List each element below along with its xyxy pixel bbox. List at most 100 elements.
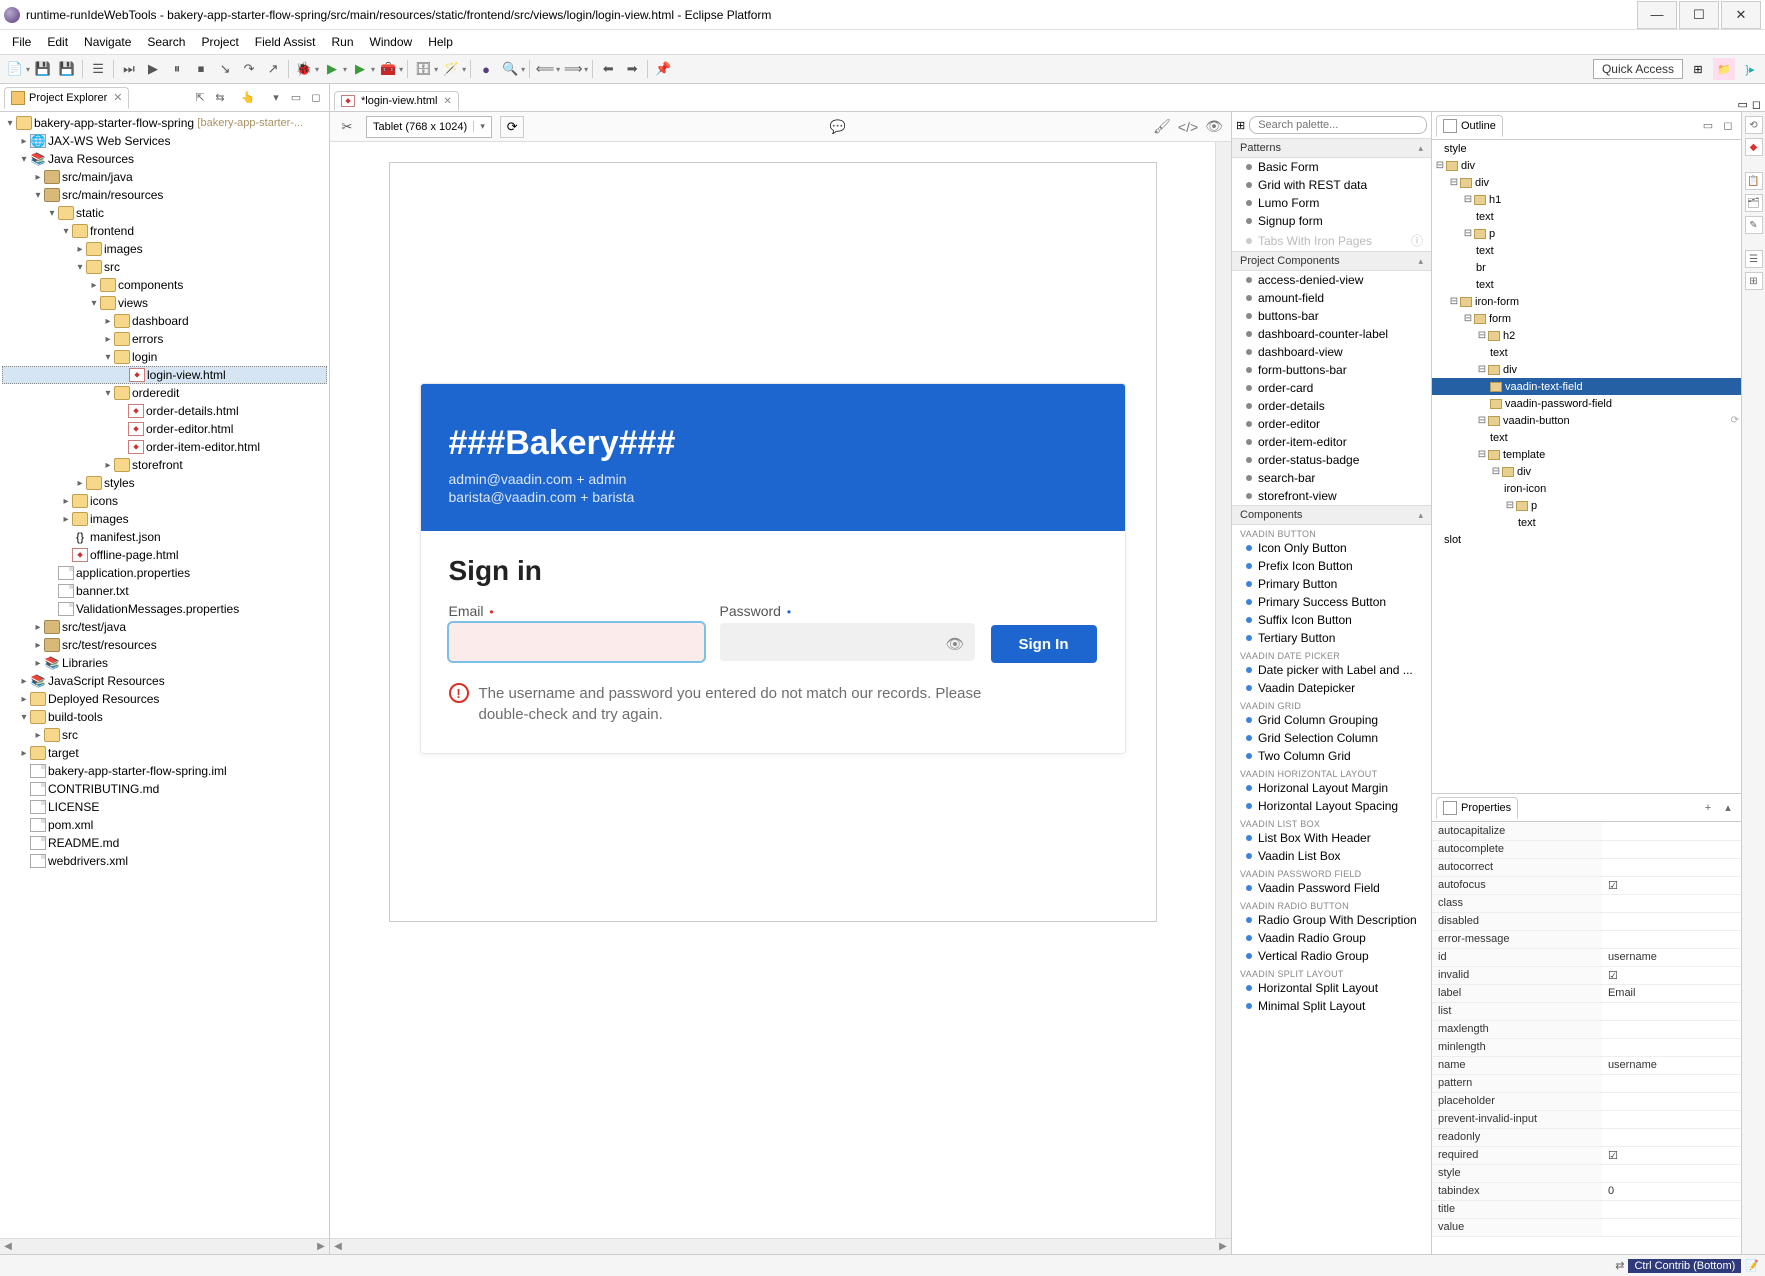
component-item[interactable]: order-item-editor: [1232, 433, 1431, 451]
component-item[interactable]: Horizontal Split Layout: [1232, 979, 1431, 997]
coverage-button[interactable]: ▶: [349, 58, 371, 80]
back-button[interactable]: ⬅: [597, 58, 619, 80]
run-button[interactable]: ▶: [321, 58, 343, 80]
project-components-header[interactable]: Project Components▴: [1232, 251, 1431, 271]
toggle-breadcrumb-button[interactable]: ☰: [87, 58, 109, 80]
component-item[interactable]: order-editor: [1232, 415, 1431, 433]
resource-perspective-button[interactable]: 📁: [1713, 58, 1735, 80]
terminate-button[interactable]: ⏹: [190, 58, 212, 80]
quick-access[interactable]: Quick Access: [1593, 59, 1683, 79]
clip-button[interactable]: ✂: [336, 116, 358, 138]
comment-icon[interactable]: 💬: [827, 116, 849, 138]
newserver-button[interactable]: 🗄: [412, 58, 434, 80]
maximize-outline-button[interactable]: ◻: [1719, 117, 1737, 135]
menu-fieldassist[interactable]: Field Assist: [247, 32, 324, 52]
menu-project[interactable]: Project: [193, 32, 246, 52]
wand-button[interactable]: 🪄: [440, 58, 462, 80]
component-item[interactable]: buttons-bar: [1232, 307, 1431, 325]
menu-run[interactable]: Run: [323, 32, 361, 52]
component-item[interactable]: List Box With Header: [1232, 829, 1431, 847]
save-button[interactable]: 💾: [32, 58, 54, 80]
menu-help[interactable]: Help: [420, 32, 461, 52]
component-item[interactable]: Primary Button: [1232, 575, 1431, 593]
view-shortcut-3[interactable]: 🗂: [1745, 194, 1763, 212]
prev-annotation-button[interactable]: ⟸: [534, 58, 556, 80]
palette-search[interactable]: [1249, 116, 1427, 134]
focus-button[interactable]: 👆: [239, 89, 257, 107]
component-item[interactable]: dashboard-counter-label: [1232, 325, 1431, 343]
component-item[interactable]: Vaadin Radio Group: [1232, 929, 1431, 947]
component-item[interactable]: Grid Selection Column: [1232, 729, 1431, 747]
pattern-item[interactable]: Lumo Form: [1232, 194, 1431, 212]
component-item[interactable]: Horizontal Layout Spacing: [1232, 797, 1431, 815]
signin-button[interactable]: Sign In: [991, 625, 1097, 663]
saveall-button[interactable]: 💾: [56, 58, 78, 80]
preview-button[interactable]: 👁: [1203, 116, 1225, 138]
collapse-all-button[interactable]: ⇱: [191, 89, 209, 107]
component-item[interactable]: Suffix Icon Button: [1232, 611, 1431, 629]
menu-edit[interactable]: Edit: [39, 32, 76, 52]
menu-window[interactable]: Window: [362, 32, 421, 52]
pin-button[interactable]: 📌: [652, 58, 674, 80]
email-field[interactable]: [449, 623, 704, 661]
design-canvas[interactable]: ###Bakery### admin@vaadin.com + admin ba…: [330, 142, 1215, 1238]
component-item[interactable]: Vertical Radio Group: [1232, 947, 1431, 965]
maximize-button[interactable]: ☐: [1679, 1, 1719, 29]
minimize-view-button[interactable]: ▭: [287, 89, 305, 107]
component-item[interactable]: Vaadin Password Field: [1232, 879, 1431, 897]
pattern-item[interactable]: Grid with REST data: [1232, 176, 1431, 194]
component-item[interactable]: Icon Only Button: [1232, 539, 1431, 557]
device-select[interactable]: Tablet (768 x 1024) ▾: [366, 116, 492, 138]
component-item[interactable]: Tertiary Button: [1232, 629, 1431, 647]
view-shortcut-6[interactable]: ⊞: [1745, 272, 1763, 290]
source-view-button[interactable]: </>: [1177, 116, 1199, 138]
outline-tree[interactable]: style ⊟div ⊟div ⊟h1 text ⊟p text br text…: [1432, 140, 1741, 794]
outline-tab[interactable]: Outline: [1436, 115, 1503, 137]
view-shortcut-4[interactable]: ✎: [1745, 216, 1763, 234]
close-button[interactable]: ✕: [1721, 1, 1761, 29]
menu-file[interactable]: File: [4, 32, 39, 52]
component-item[interactable]: search-bar: [1232, 469, 1431, 487]
add-property-button[interactable]: +: [1699, 799, 1717, 817]
search2-button[interactable]: 🔍: [499, 58, 521, 80]
resume-button[interactable]: ▶: [142, 58, 164, 80]
view-shortcut-1[interactable]: ◆: [1745, 138, 1763, 156]
maximize-view-button[interactable]: ◻: [307, 89, 325, 107]
stepover-button[interactable]: ↷: [238, 58, 260, 80]
suspend-button[interactable]: ⏸: [166, 58, 188, 80]
switcher-icon[interactable]: ⇄: [1615, 1259, 1624, 1272]
component-item[interactable]: Minimal Split Layout: [1232, 997, 1431, 1015]
explorer-hscroll[interactable]: ◀▶: [0, 1238, 329, 1254]
component-item[interactable]: Primary Success Button: [1232, 593, 1431, 611]
stepinto-button[interactable]: ↘: [214, 58, 236, 80]
component-item[interactable]: Prefix Icon Button: [1232, 557, 1431, 575]
view-shortcut-2[interactable]: 📋: [1745, 172, 1763, 190]
stepreturn-button[interactable]: ↗: [262, 58, 284, 80]
project-tree[interactable]: ▾bakery-app-starter-flow-spring [bakery-…: [0, 112, 329, 1238]
info-icon[interactable]: ⓘ: [1411, 232, 1423, 249]
menu-navigate[interactable]: Navigate: [76, 32, 139, 52]
close-tab-icon[interactable]: ✕: [443, 96, 451, 107]
component-item[interactable]: Horizonal Layout Margin: [1232, 779, 1431, 797]
component-item[interactable]: dashboard-view: [1232, 343, 1431, 361]
eye-icon[interactable]: 👁: [945, 635, 964, 653]
canvas-vscroll[interactable]: [1215, 142, 1231, 1238]
components-header[interactable]: Components▴: [1232, 505, 1431, 525]
open-perspective-button[interactable]: ⊞: [1687, 58, 1709, 80]
view-shortcut-5[interactable]: ☰: [1745, 250, 1763, 268]
component-item[interactable]: order-card: [1232, 379, 1431, 397]
vaadin-perspective-button[interactable]: }▸: [1739, 58, 1761, 80]
properties-table[interactable]: autocapitalize autocomplete autocorrect …: [1432, 822, 1741, 1254]
component-item[interactable]: Radio Group With Description: [1232, 911, 1431, 929]
canvas-hscroll[interactable]: ◀▶: [330, 1238, 1231, 1254]
component-item[interactable]: Vaadin List Box: [1232, 847, 1431, 865]
pattern-item[interactable]: Basic Form: [1232, 158, 1431, 176]
palette-grid-icon[interactable]: ⊞: [1236, 119, 1245, 132]
minimize-editor-button[interactable]: ▭: [1737, 98, 1747, 111]
debug-button[interactable]: 🐞: [293, 58, 315, 80]
forward-button[interactable]: ➡: [621, 58, 643, 80]
rotate-button[interactable]: ⟳: [500, 116, 524, 138]
close-view-icon[interactable]: ✕: [113, 91, 122, 104]
component-item[interactable]: Vaadin Datepicker: [1232, 679, 1431, 697]
component-item[interactable]: form-buttons-bar: [1232, 361, 1431, 379]
